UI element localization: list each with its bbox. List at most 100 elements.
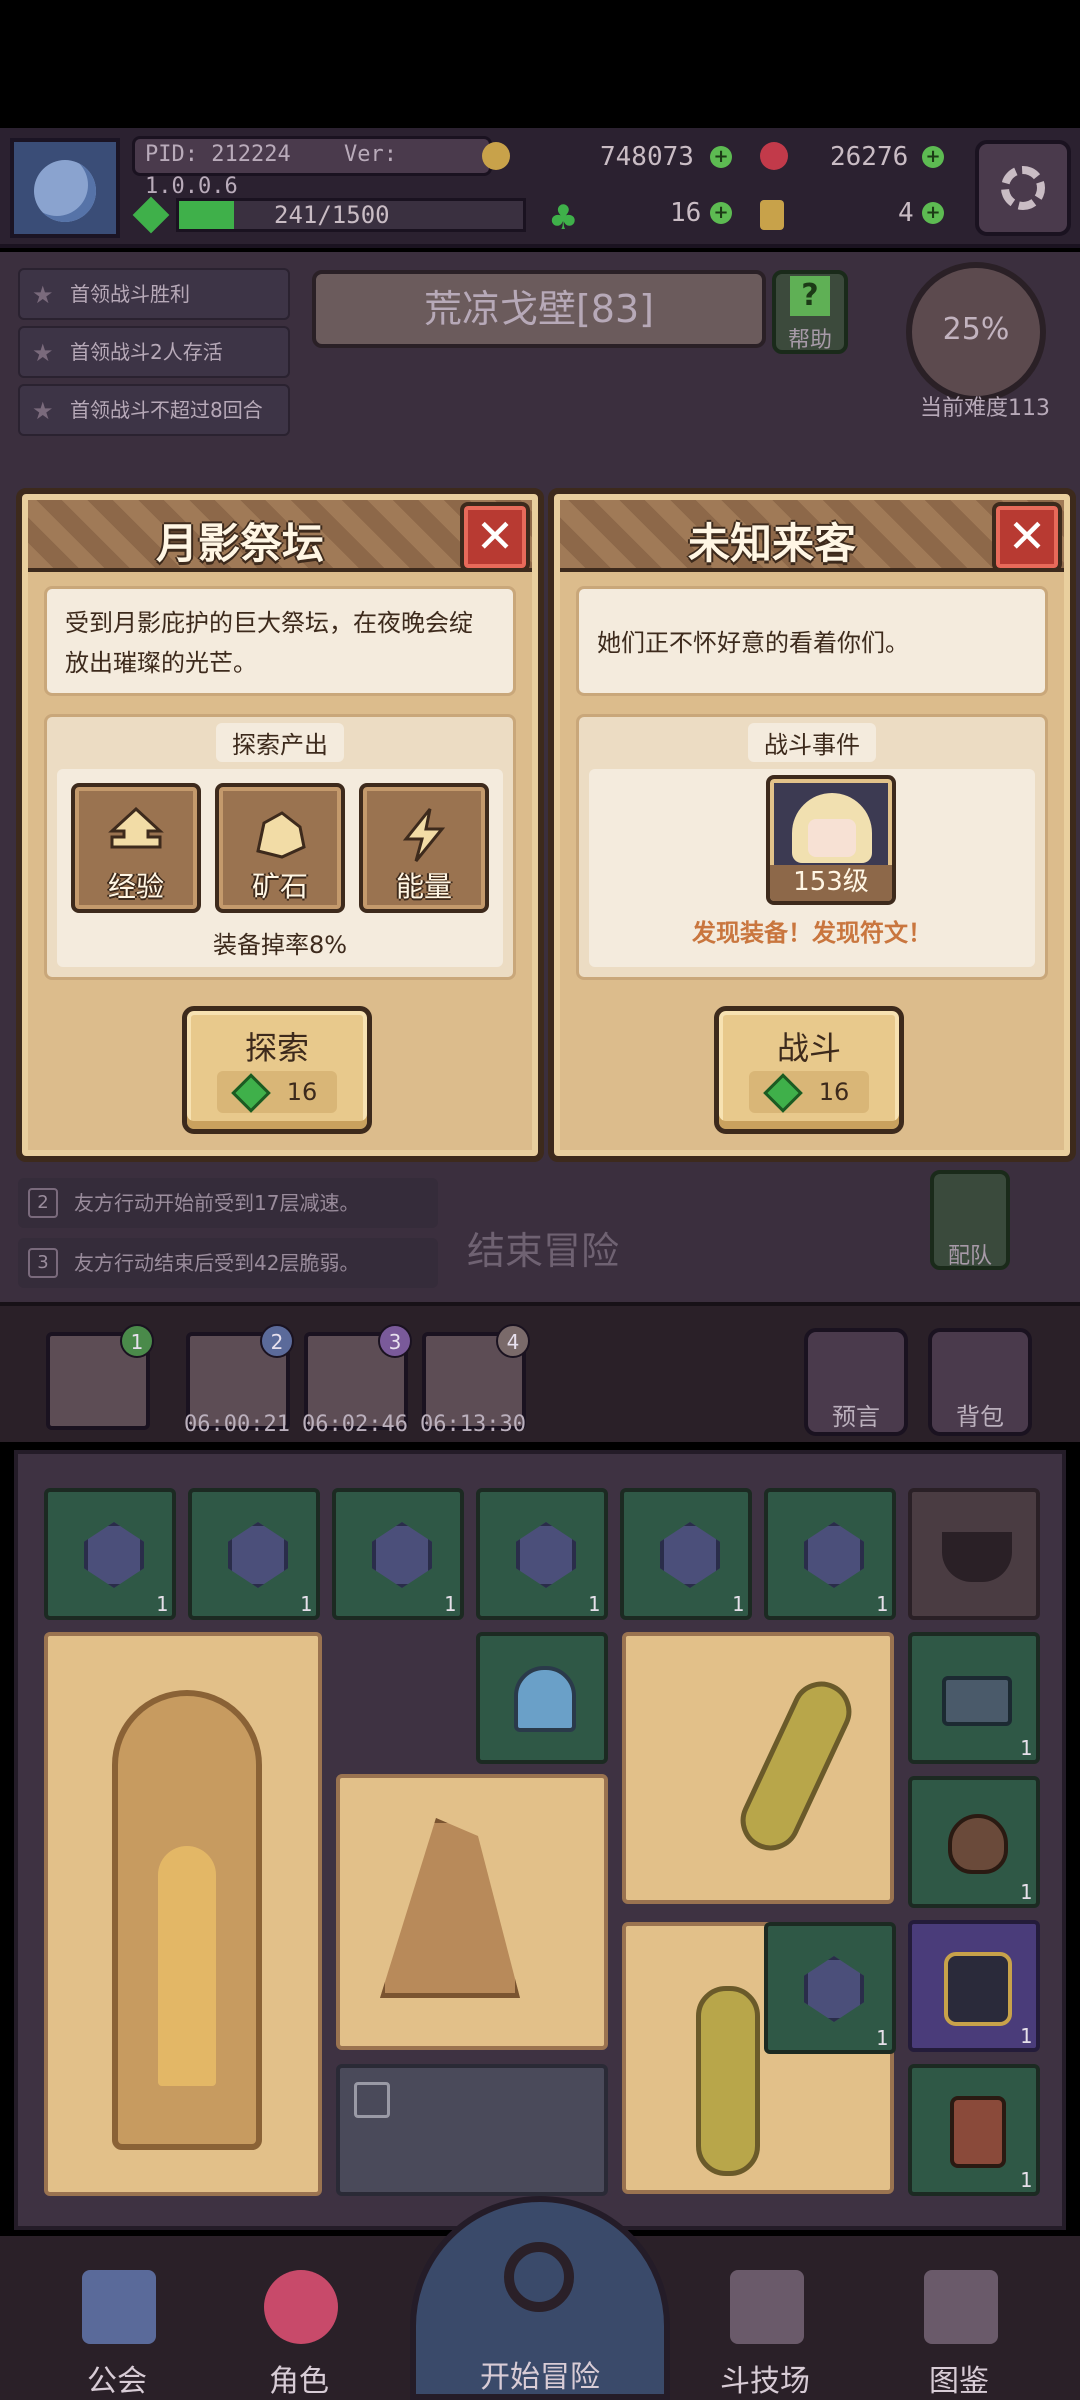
team-label: 配队: [947, 1244, 992, 1269]
difficulty-label: 当前难度113: [920, 396, 1050, 421]
section-caption: 探索产出: [216, 723, 344, 762]
gem-icon: [660, 1522, 720, 1588]
clover-value: 16: [670, 198, 702, 228]
prophecy-button[interactable]: 预言: [804, 1328, 908, 1436]
shield-icon: [950, 2096, 1006, 2168]
cauldron-icon: [942, 1532, 1012, 1582]
reward-ore[interactable]: 矿石: [215, 783, 345, 913]
gem-icon: [84, 1522, 144, 1588]
gold-value: 748073: [600, 142, 694, 172]
vest-cell[interactable]: 1: [908, 1920, 1040, 2052]
loot-hint: 发现装备！发现符文！: [692, 919, 932, 947]
gear-icon: [1001, 166, 1045, 210]
altar-glow: [158, 1846, 216, 2086]
item-count: 1: [1019, 2024, 1032, 2048]
gem-cell[interactable]: 1: [764, 1488, 896, 1620]
status-bar-area: [0, 0, 1080, 128]
close-icon: ✕: [475, 509, 515, 563]
gem-icon: [804, 1956, 864, 2022]
shield-cell[interactable]: 1: [908, 2064, 1040, 2196]
buff-item: 3 友方行动结束后受到42层脆弱。: [18, 1238, 438, 1288]
red-gem-value: 26276: [830, 142, 909, 172]
gem-cell[interactable]: 1: [332, 1488, 464, 1620]
event-panel-visitor: 未知来客 ✕ 她们正不怀好意的看着你们。 战斗事件 153级 发现装备！发现符文…: [548, 488, 1076, 1162]
slot-number: 1: [120, 1324, 154, 1358]
magnifier-icon: [504, 2242, 574, 2312]
close-button[interactable]: ✕: [460, 502, 530, 572]
help-button[interactable]: ? 帮助: [772, 270, 848, 354]
reward-exp[interactable]: 经验: [71, 783, 201, 913]
panel-titlebar: 未知来客 ✕: [560, 500, 1064, 572]
gem-cell[interactable]: 1: [476, 1488, 608, 1620]
end-adventure-button[interactable]: 结束冒险: [458, 1220, 628, 1275]
pouch-cell[interactable]: 1: [908, 1776, 1040, 1908]
buff-item: 2 友方行动开始前受到17层减速。: [18, 1178, 438, 1228]
altar-tile[interactable]: [44, 1632, 322, 2196]
helmet-cell[interactable]: [476, 1632, 608, 1764]
pouch-icon: [948, 1814, 1008, 1874]
reward-energy[interactable]: 能量: [359, 783, 489, 913]
nav-guild[interactable]: 公会: [42, 2270, 192, 2399]
player-avatar[interactable]: [10, 138, 120, 238]
chest-armor-icon: [942, 1676, 1012, 1726]
expedition-timer: 06:00:21: [184, 1412, 290, 1437]
altar-pillar: [112, 1690, 262, 2150]
lock-icon: [354, 2082, 390, 2118]
gem-cell[interactable]: 1: [44, 1488, 176, 1620]
expedition-slot[interactable]: 1: [46, 1324, 154, 1430]
panel-title: 月影祭坛: [155, 519, 324, 568]
gem-cell[interactable]: 1: [620, 1488, 752, 1620]
nav-character[interactable]: 角色: [224, 2270, 374, 2399]
quest-item: ★ 首领战斗不超过8回合: [18, 384, 290, 436]
stamina-bar: 241/1500: [176, 198, 526, 232]
nav-codex[interactable]: 图鉴: [884, 2270, 1034, 2399]
clover-icon: ♣: [548, 198, 579, 238]
expedition-timer: 06:13:30: [420, 1412, 526, 1437]
expedition-row: 1 2 3 4 06:00:21 06:02:46 06:13:30 预言 背包: [0, 1302, 1080, 1442]
bag-button[interactable]: 背包: [928, 1328, 1032, 1436]
add-clover-button[interactable]: +: [710, 202, 732, 224]
quest-item: ★ 首领战斗胜利: [18, 268, 290, 320]
add-gold-button[interactable]: +: [710, 146, 732, 168]
item-count: 1: [875, 2026, 888, 2050]
add-key-button[interactable]: +: [922, 202, 944, 224]
exp-arrow-icon: [108, 807, 164, 849]
close-icon: ✕: [1007, 509, 1047, 563]
panel-description: 受到月影庇护的巨大祭坛，在夜晚会绽放出璀璨的光芒。: [44, 586, 516, 696]
quest-text: 首领战斗不超过8回合: [70, 398, 263, 422]
fight-button[interactable]: 战斗 16: [714, 1006, 904, 1134]
enemy-portrait[interactable]: 153级: [766, 775, 896, 905]
armor-cell[interactable]: 1: [908, 1632, 1040, 1764]
nav-arena[interactable]: 斗技场: [690, 2270, 840, 2399]
item-count: 1: [731, 1592, 744, 1616]
settings-button[interactable]: [975, 140, 1071, 236]
nav-label: 斗技场: [720, 2364, 810, 2399]
panel-description: 她们正不怀好意的看着你们。: [576, 586, 1048, 696]
close-button[interactable]: ✕: [992, 502, 1062, 572]
buff-text: 友方行动结束后受到42层脆弱。: [74, 1251, 360, 1275]
panel-titlebar: 月影祭坛 ✕: [28, 500, 532, 572]
fog-tile[interactable]: [336, 2064, 608, 2196]
item-count: 1: [1019, 1736, 1032, 1760]
add-red-gem-button[interactable]: +: [922, 146, 944, 168]
reward-label: 矿石: [251, 870, 308, 903]
difficulty-dial[interactable]: 25%: [906, 262, 1046, 402]
green-gem-icon: [762, 1073, 803, 1113]
rock-tile[interactable]: [336, 1774, 608, 2050]
gem-cell[interactable]: 1: [764, 1922, 896, 2054]
cactus-tile[interactable]: [622, 1632, 894, 1904]
cauldron-cell[interactable]: [908, 1488, 1040, 1620]
avatar-portrait: [34, 160, 96, 222]
explore-cost: 16: [217, 1071, 337, 1113]
guild-icon: [82, 2270, 156, 2344]
map-grid: 1 1 1 1 1 1 1 1 1 1 1: [14, 1450, 1066, 2230]
help-label: 帮助: [787, 328, 832, 353]
question-icon: ?: [790, 276, 830, 316]
cost-value: 16: [286, 1078, 318, 1106]
gem-cell[interactable]: 1: [188, 1488, 320, 1620]
key-icon: [760, 200, 784, 230]
team-button[interactable]: 配队: [930, 1170, 1010, 1270]
ore-icon: [256, 811, 306, 859]
explore-button[interactable]: 探索 16: [182, 1006, 372, 1134]
rock-icon: [380, 1818, 520, 1998]
